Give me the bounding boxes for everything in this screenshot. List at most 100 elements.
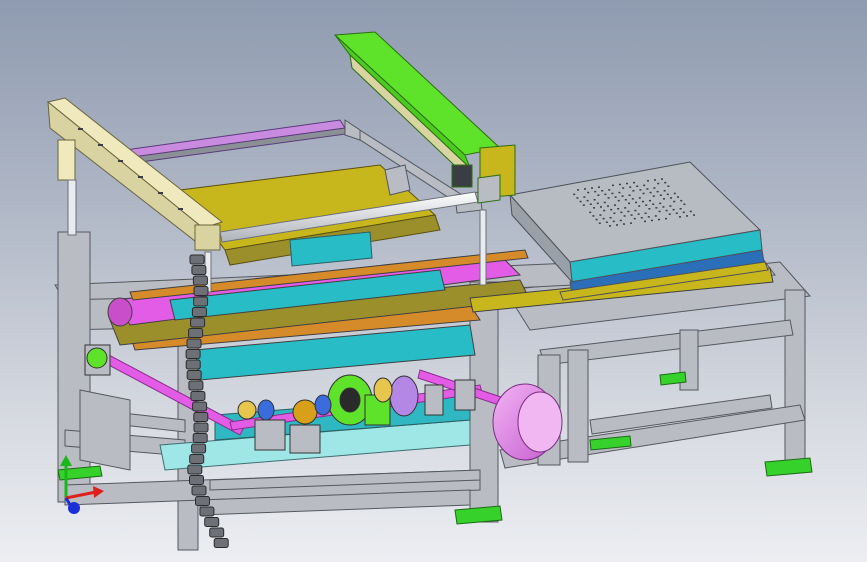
vacuum-hole: [647, 216, 650, 218]
vacuum-hole: [614, 204, 616, 206]
chain-link: [193, 412, 209, 422]
cad-viewport[interactable]: [0, 0, 867, 562]
vacuum-hole: [633, 217, 636, 220]
vacuum-hole: [607, 205, 609, 207]
vacuum-hole: [617, 199, 620, 202]
vacuum-hole: [608, 189, 611, 191]
vacuum-hole: [623, 223, 625, 225]
vacuum-hole: [637, 213, 640, 215]
vacuum-hole: [603, 201, 606, 204]
vacuum-hole: [618, 191, 621, 194]
vacuum-hole: [592, 215, 595, 217]
chain-link: [195, 496, 210, 506]
vacuum-hole: [623, 215, 626, 217]
vacuum-hole: [621, 195, 624, 197]
vacuum-hole: [629, 186, 632, 188]
vacuum-hole: [602, 217, 605, 220]
chain-link: [190, 391, 206, 401]
vacuum-hole: [686, 215, 688, 217]
chain-link: [191, 307, 207, 317]
vacuum-hole: [617, 208, 620, 210]
chain-link: [189, 254, 205, 265]
chain-link: [191, 265, 207, 275]
vacuum-hole: [653, 187, 656, 189]
vacuum-hole: [587, 191, 590, 194]
vacuum-hole: [605, 221, 608, 223]
vacuum-hole: [576, 197, 579, 199]
vacuum-hole: [693, 214, 695, 216]
vacuum-hole: [663, 198, 665, 200]
vacuum-hole: [680, 199, 683, 202]
vacuum-hole: [596, 202, 599, 205]
vacuum-hole: [619, 183, 621, 186]
vacuum-hole: [645, 204, 648, 206]
chain-link: [188, 380, 204, 391]
vacuum-hole: [627, 210, 630, 213]
vacuum-hole: [614, 196, 617, 198]
vacuum-hole: [628, 202, 630, 205]
chain-link: [209, 527, 225, 538]
vacuum-hole: [638, 197, 641, 199]
vacuum-hole: [619, 219, 622, 222]
vacuum-hole: [664, 181, 667, 184]
vacuum-hole: [631, 198, 634, 200]
vacuum-hole: [589, 203, 592, 205]
vacuum-hole: [612, 184, 614, 187]
vacuum-hole: [638, 205, 641, 207]
vacuum-hole: [626, 182, 628, 185]
vacuum-hole: [652, 203, 655, 205]
vacuum-hole: [598, 186, 600, 188]
vacuum-hole: [665, 209, 668, 212]
vacuum-hole: [655, 207, 658, 209]
vacuum-hole: [603, 209, 606, 212]
vacuum-hole: [634, 209, 637, 212]
chain-link: [186, 370, 202, 380]
chain-link: [191, 443, 207, 454]
vacuum-hole: [644, 220, 646, 223]
vacuum-hole: [610, 208, 613, 211]
vacuum-hole: [649, 199, 651, 202]
vacuum-hole: [620, 211, 623, 214]
vacuum-hole: [594, 190, 597, 193]
vacuum-hole: [649, 191, 652, 194]
vacuum-hole: [613, 212, 616, 214]
chain-link: [192, 401, 208, 412]
vacuum-hole: [669, 205, 672, 207]
vacuum-hole: [654, 215, 657, 217]
vacuum-hole: [599, 214, 602, 216]
chain-link: [199, 506, 215, 517]
vacuum-hole: [632, 190, 635, 192]
vacuum-hole: [679, 208, 682, 210]
vacuum-hole: [668, 213, 671, 215]
vacuum-hole: [582, 204, 585, 206]
vacuum-hole: [666, 193, 669, 196]
vacuum-hole: [579, 200, 582, 203]
chain-link: [193, 296, 209, 307]
chain-link: [185, 349, 201, 359]
vacuum-hole: [601, 190, 604, 192]
vacuum-hole: [658, 218, 660, 221]
vacuum-hole: [662, 206, 665, 208]
gantry-rear-rail: [124, 119, 347, 165]
vacuum-hole: [648, 208, 651, 210]
vacuum-hole: [654, 179, 656, 181]
vacuum-hole: [643, 184, 646, 187]
triad-z-arrow: [68, 502, 80, 514]
vacuum-hole: [679, 216, 681, 218]
chain-link: [187, 464, 203, 475]
vacuum-hole: [583, 196, 586, 198]
vacuum-hole: [672, 208, 675, 211]
vacuum-hole: [647, 180, 649, 182]
vacuum-hole: [644, 212, 647, 214]
gantry-rear-beam: [333, 31, 502, 184]
vacuum-hole: [595, 218, 598, 221]
vacuum-hole: [624, 199, 627, 201]
vacuum-hole: [675, 212, 678, 214]
vacuum-hole: [586, 199, 589, 202]
vacuum-hole: [673, 192, 676, 195]
vacuum-hole: [639, 189, 642, 191]
vacuum-hole: [642, 192, 645, 195]
chain-link: [193, 422, 209, 433]
vacuum-hole: [577, 189, 579, 191]
vacuum-hole: [651, 219, 653, 222]
